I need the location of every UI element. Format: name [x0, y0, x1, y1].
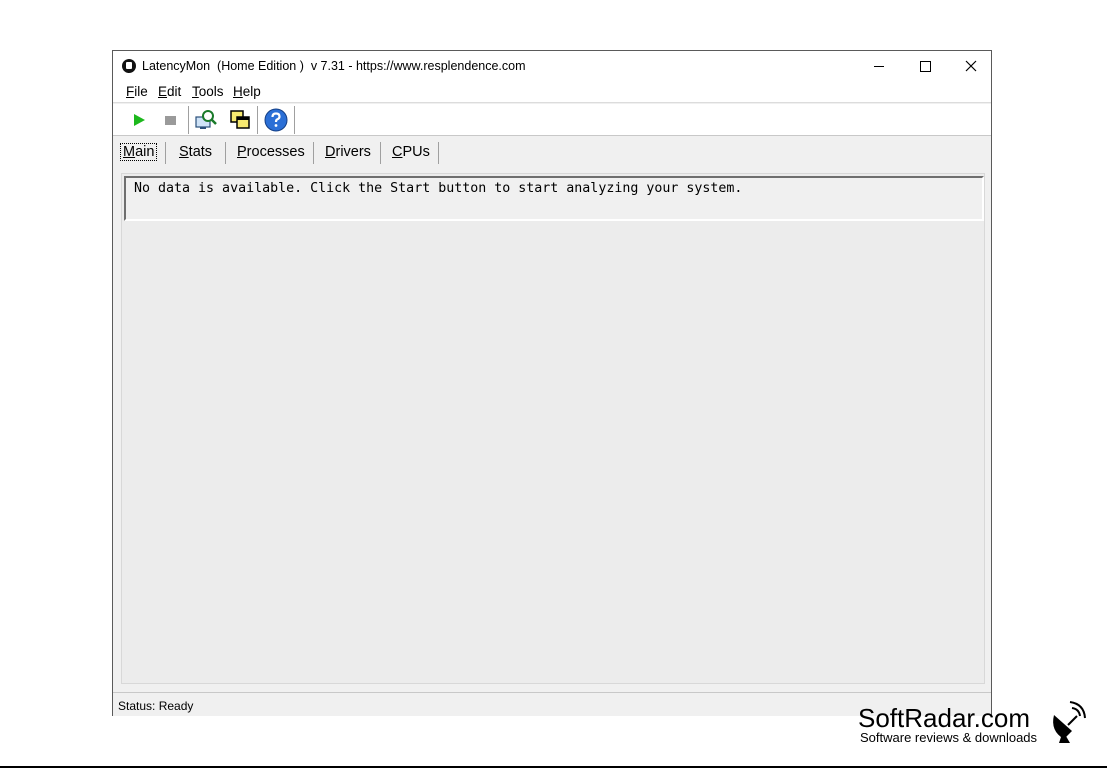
tab-stats[interactable]: Stats — [179, 144, 212, 160]
softradar-watermark: SoftRadar.com Software reviews & downloa… — [858, 701, 1088, 745]
bottom-border — [0, 766, 1107, 768]
toolbar-separator — [257, 106, 258, 134]
close-icon — [965, 60, 977, 72]
watermark-tagline: Software reviews & downloads — [860, 730, 1038, 745]
maximize-icon — [919, 60, 931, 72]
tab-separator — [313, 142, 314, 164]
satellite-dish-icon — [1053, 701, 1086, 743]
windows-tool-button[interactable] — [228, 108, 252, 132]
overlapping-windows-icon — [230, 110, 250, 129]
menu-edit[interactable]: Edit — [158, 84, 181, 99]
toolbar-separator — [294, 106, 295, 134]
stop-icon — [165, 116, 176, 125]
app-icon — [122, 59, 136, 73]
start-button[interactable] — [127, 108, 151, 132]
no-data-message: No data is available. Click the Start bu… — [134, 181, 743, 196]
watermark-brand: SoftRadar.com — [858, 703, 1030, 733]
message-box[interactable]: No data is available. Click the Start bu… — [124, 176, 984, 221]
menu-tools[interactable]: Tools — [192, 84, 224, 99]
toolbar-separator — [188, 106, 189, 134]
play-icon — [134, 114, 145, 126]
title-bar[interactable]: LatencyMon (Home Edition ) v 7.31 - http… — [113, 51, 991, 81]
status-text: Status: Ready — [118, 699, 194, 713]
tab-drivers[interactable]: Drivers — [325, 144, 371, 160]
menu-file[interactable]: File — [126, 84, 148, 99]
maximize-button[interactable] — [902, 51, 948, 81]
close-button[interactable] — [948, 51, 994, 81]
minimize-button[interactable] — [856, 51, 902, 81]
tab-separator — [165, 142, 166, 164]
tab-strip: Main Stats Processes Drivers CPUs — [113, 136, 991, 172]
latencymon-window: LatencyMon (Home Edition ) v 7.31 - http… — [112, 50, 992, 716]
help-button[interactable] — [264, 108, 288, 132]
main-panel: No data is available. Click the Start bu… — [121, 173, 985, 684]
magnifier-monitor-icon — [195, 110, 217, 129]
question-icon — [264, 108, 288, 132]
tab-cpus[interactable]: CPUs — [392, 144, 430, 160]
minimize-icon — [874, 65, 884, 67]
stop-button[interactable] — [158, 108, 182, 132]
window-title: LatencyMon (Home Edition ) v 7.31 - http… — [142, 59, 526, 73]
tab-main[interactable]: Main — [119, 143, 158, 161]
menu-help[interactable]: Help — [233, 84, 261, 99]
menu-bar: File Edit Tools Help — [113, 81, 991, 103]
tab-processes[interactable]: Processes — [237, 144, 305, 160]
toolbar — [113, 104, 991, 136]
analyze-tool-button[interactable] — [194, 108, 218, 132]
tab-separator — [438, 142, 439, 164]
tab-separator — [380, 142, 381, 164]
tab-separator — [225, 142, 226, 164]
